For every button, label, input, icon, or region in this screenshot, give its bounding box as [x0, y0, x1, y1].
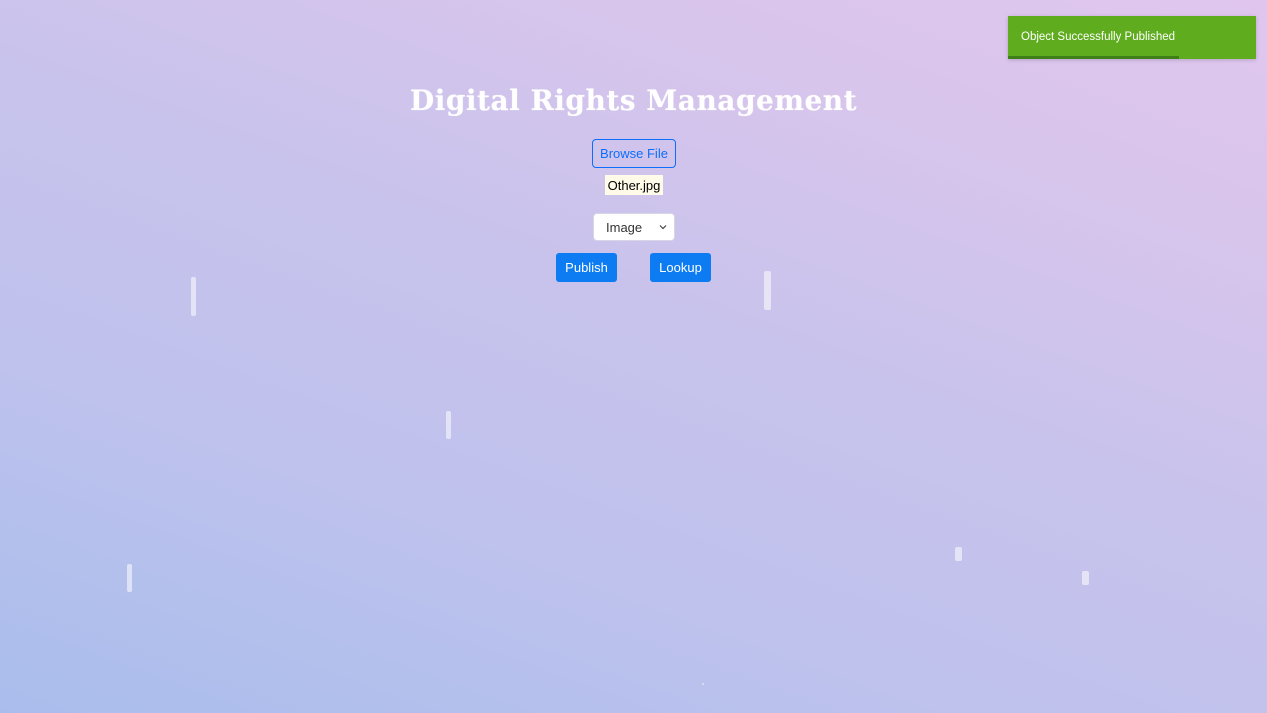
background-particle — [127, 564, 132, 592]
object-type-value: Image — [606, 219, 643, 235]
background-particle — [1082, 571, 1089, 585]
success-toast[interactable]: Object Successfully Published — [1008, 16, 1256, 59]
chevron-down-icon — [659, 225, 667, 230]
toast-message: Object Successfully Published — [1021, 31, 1176, 43]
background-particle — [702, 683, 704, 685]
publish-button[interactable]: Publish — [556, 253, 617, 282]
background-particle — [191, 277, 196, 316]
background-particle — [955, 547, 962, 561]
selected-file-name: Other.jpg — [605, 175, 663, 195]
toast-progress-bar — [1008, 56, 1180, 59]
browse-file-button[interactable]: Browse File — [592, 139, 676, 168]
object-type-select[interactable]: Image — [593, 213, 675, 241]
lookup-button[interactable]: Lookup — [650, 253, 711, 282]
background-particle — [446, 411, 451, 439]
background-particle — [764, 271, 771, 310]
page-title: Digital Rights Management — [409, 84, 858, 117]
